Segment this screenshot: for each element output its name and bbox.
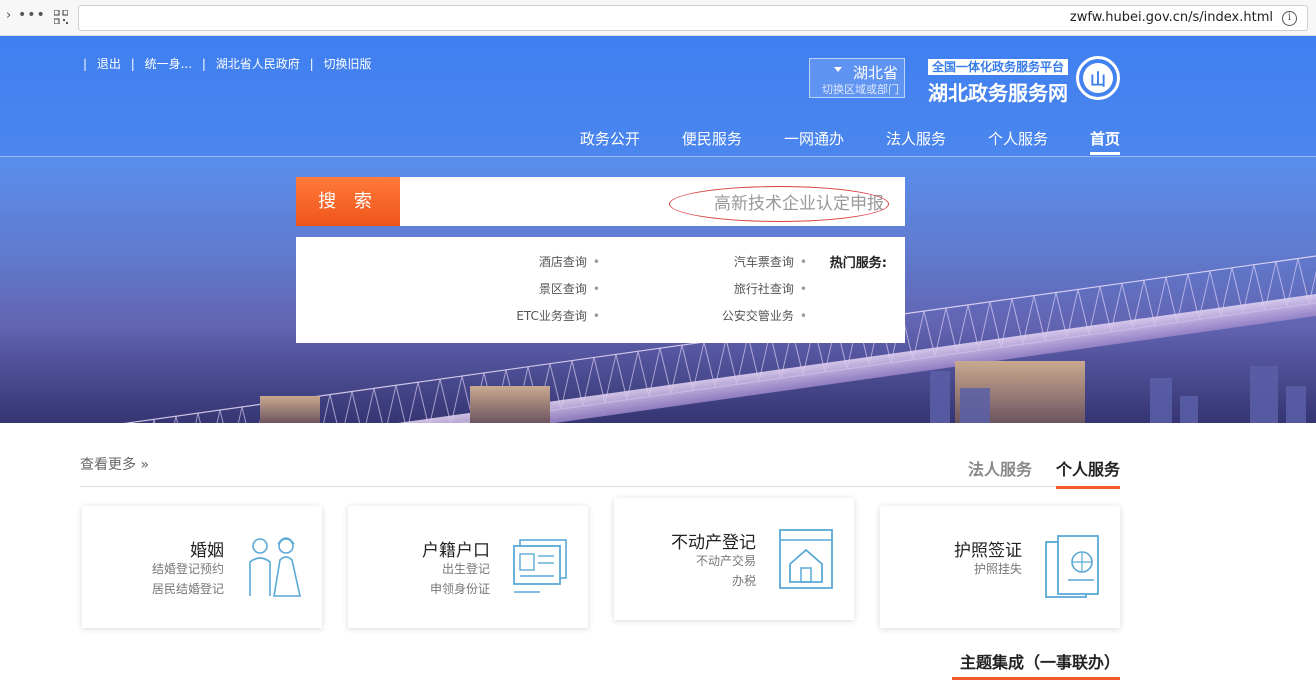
id-card-icon [513, 539, 567, 593]
card-sub: 出生登记 [441, 562, 490, 576]
view-more-link[interactable]: 查看更多 » [80, 454, 149, 474]
hot-services-panel: 热门服务: 汽车票查询 • 旅行社查询 • 公安交管业务 • 酒店查询 • 景区查询 • … [296, 237, 905, 343]
hot-service-item[interactable]: 公安交管业务 • [722, 307, 807, 324]
card-title: 户籍户口 [422, 541, 490, 561]
nav-personal[interactable]: 个人服务 [988, 128, 1048, 155]
nav-divider [0, 156, 1316, 157]
bridge-pier [470, 386, 550, 423]
hot-services-title: 热门服务: [829, 256, 887, 271]
top-links: | 退出 | 统一身... | 湖北省人民政府 | 切换旧版 [83, 57, 372, 71]
couple-icon [249, 537, 301, 597]
theme-title[interactable]: 主题集成（一事联办） [951, 649, 1121, 680]
hot-service-item[interactable]: 汽车票查询 • [734, 253, 807, 270]
main-nav: 首页 个人服务 法人服务 一网通办 便民服务 政务公开 [580, 128, 1121, 155]
logo-badge: 全国一体化政务服务平台 [927, 59, 1068, 75]
region-name: 湖北省 [852, 64, 898, 82]
card-sub: 办税 [731, 574, 756, 588]
old-version-link[interactable]: 切换旧版 [323, 57, 371, 71]
theme-section: 主题集成（一事联办） [80, 646, 1121, 680]
url-text[interactable]: zwfw.hubei.gov.cn/s/index.html [1070, 10, 1273, 25]
back-chevron-icon[interactable]: › [6, 8, 11, 23]
service-card-passport[interactable]: 护照签证 护照挂失 [880, 506, 1120, 628]
card-title: 不动产登记 [671, 533, 756, 553]
caret-down-icon [834, 67, 842, 72]
card-sub: 不动产交易 [695, 554, 756, 568]
service-card-household[interactable]: 户籍户口 出生登记 申领身份证 [348, 506, 588, 628]
nav-legal-entity[interactable]: 法人服务 [886, 128, 946, 155]
region-sub: 切换区域或部门 [822, 83, 899, 96]
service-card-marriage[interactable]: 婚姻 结婚登记预约 居民结婚登记 [82, 506, 322, 628]
address-bar[interactable]: zwfw.hubei.gov.cn/s/index.html i [78, 5, 1308, 31]
qr-code-icon[interactable] [54, 10, 68, 24]
nav-one-stop[interactable]: 一网通办 [784, 128, 844, 155]
browser-toolbar: › ••• zwfw.hubei.gov.cn/s/index.html i [0, 0, 1316, 36]
hot-service-item[interactable]: 旅行社查询 • [734, 280, 807, 297]
tab-personal-services[interactable]: 个人服务 [1055, 456, 1121, 489]
bridge-pier [260, 396, 320, 423]
hot-service-item[interactable]: ETC业务查询 • [516, 307, 600, 324]
search-button[interactable]: 搜 索 [296, 177, 400, 226]
logo-name: 湖北政务服务网 [928, 81, 1068, 105]
card-sub: 护照挂失 [973, 562, 1022, 576]
logout-link[interactable]: 退出 [97, 57, 121, 71]
card-title: 婚姻 [190, 541, 224, 561]
card-sub: 居民结婚登记 [151, 582, 224, 596]
hot-service-item[interactable]: 景区查询 • [539, 280, 600, 297]
logo-emblem-icon: 山 [1076, 56, 1120, 100]
card-sub: 申领身份证 [429, 582, 490, 596]
site-info-icon[interactable]: i [1282, 11, 1297, 26]
nav-convenience[interactable]: 便民服务 [682, 128, 742, 155]
passport-icon [1045, 535, 1099, 598]
highlight-annotation [669, 186, 889, 222]
region-selector[interactable]: 湖北省 切换区域或部门 [809, 58, 905, 98]
hot-service-item[interactable]: 酒店查询 • [539, 253, 600, 270]
provincial-gov-link[interactable]: 湖北省人民政府 [216, 57, 300, 71]
user-link[interactable]: 统一身... [145, 57, 192, 71]
site-logo[interactable]: 山 全国一体化政务服务平台 湖北政务服务网 [910, 55, 1120, 105]
service-card-real-estate[interactable]: 不动产登记 不动产交易 办税 [614, 498, 854, 620]
nav-home[interactable]: 首页 [1089, 128, 1121, 155]
card-sub: 结婚登记预约 [151, 562, 224, 576]
house-icon [779, 529, 833, 589]
tab-legal-services[interactable]: 法人服务 [968, 456, 1032, 480]
card-title: 护照签证 [954, 541, 1022, 561]
more-menu-icon[interactable]: ••• [18, 7, 46, 23]
nav-gov-affairs[interactable]: 政务公开 [580, 128, 640, 155]
service-tabs: 个人服务 法人服务 查看更多 » [80, 450, 1121, 489]
city-skyline [850, 356, 1316, 423]
